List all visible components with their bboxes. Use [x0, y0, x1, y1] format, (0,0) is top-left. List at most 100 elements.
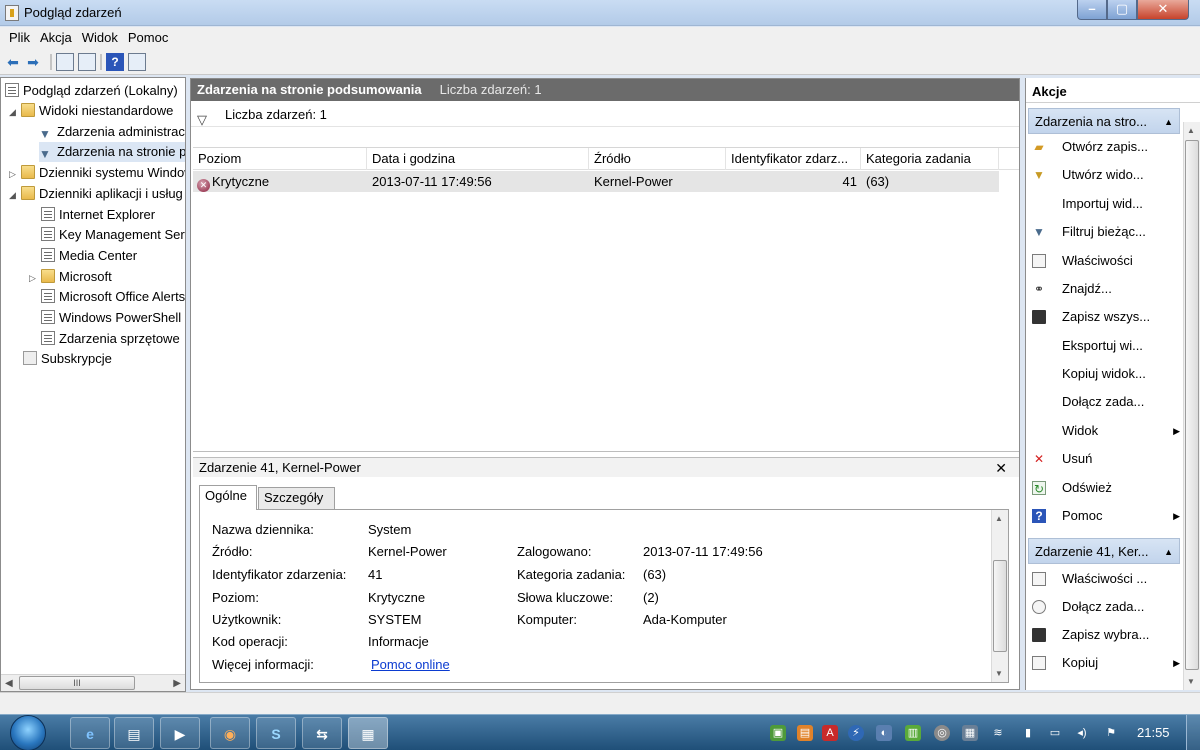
column-task-category[interactable]: Kategoria zadania — [861, 148, 999, 170]
action-event-properties[interactable]: Właściwości ... — [1032, 566, 1180, 592]
action-copy-submenu[interactable]: Kopiuj ▶ — [1032, 650, 1180, 676]
column-source[interactable]: Źródło — [589, 148, 726, 170]
maximize-button[interactable]: ▢ — [1107, 0, 1137, 20]
tree-item-administrative-events[interactable]: ▼Zdarzenia administracyjne — [39, 122, 185, 142]
tray-app-icon[interactable]: ▤ — [797, 725, 813, 741]
action-view-submenu[interactable]: Widok ▶ — [1032, 418, 1180, 444]
show-hide-actions-icon[interactable] — [128, 53, 146, 71]
scroll-left-arrow-icon[interactable]: ◀ — [5, 678, 13, 689]
internet-explorer-icon[interactable]: e — [70, 717, 110, 749]
column-level[interactable]: Poziom — [193, 148, 367, 170]
cell-source: Kernel-Power — [594, 174, 673, 189]
tab-details[interactable]: Szczegóły — [258, 487, 335, 509]
vertical-scrollbar[interactable]: ▲ ▼ — [1183, 122, 1200, 690]
clock[interactable]: 21:55 — [1137, 725, 1170, 740]
action-delete[interactable]: ✕ Usuń — [1032, 446, 1180, 472]
action-find[interactable]: ⚭ Znajdź... — [1032, 276, 1180, 302]
action-open-saved-log[interactable]: ▰ Otwórz zapis... — [1032, 134, 1180, 160]
event-viewer-taskbar-icon[interactable]: ▦ — [348, 717, 388, 749]
tree-item-custom-views[interactable]: ◢ Widoki niestandardowe — [9, 101, 185, 121]
up-folder-icon[interactable] — [56, 53, 74, 71]
minimize-button[interactable]: – — [1077, 0, 1107, 20]
scroll-up-arrow-icon[interactable]: ▲ — [1187, 126, 1195, 135]
signal-icon[interactable]: ▮ — [1020, 725, 1036, 741]
help-icon[interactable]: ? — [106, 53, 124, 71]
start-button[interactable] — [10, 715, 46, 750]
menu-help[interactable]: Pomoc — [123, 27, 173, 45]
horizontal-scrollbar[interactable]: ◀ III ▶ — [1, 674, 185, 691]
scroll-thumb[interactable]: III — [19, 676, 135, 690]
tray-app-icon[interactable]: ▦ — [962, 725, 978, 741]
scroll-thumb[interactable] — [993, 560, 1007, 652]
action-refresh[interactable]: ↻ Odśwież — [1032, 475, 1180, 501]
tree-item-subscriptions[interactable]: Subskrypcje — [23, 349, 185, 369]
column-datetime[interactable]: Data i godzina — [367, 148, 589, 170]
network-app-icon[interactable]: ⇆ — [302, 717, 342, 749]
flash-icon[interactable]: ⚡ — [848, 725, 864, 741]
acrobat-icon[interactable]: A — [822, 725, 838, 741]
skype-icon[interactable]: S — [256, 717, 296, 749]
action-copy-custom-view[interactable]: Kopiuj widok... — [1032, 361, 1180, 387]
tree-item-windows-powershell[interactable]: Windows PowerShell — [41, 308, 185, 328]
scroll-down-arrow-icon[interactable]: ▼ — [995, 669, 1003, 678]
tree-item-internet-explorer[interactable]: Internet Explorer — [41, 205, 185, 225]
show-desktop-button[interactable] — [1186, 715, 1200, 750]
action-save-selected-events[interactable]: Zapisz wybra... — [1032, 622, 1180, 648]
action-filter-current-view[interactable]: ▼ Filtruj bieżąc... — [1032, 219, 1180, 245]
menu-view[interactable]: Widok — [77, 27, 123, 45]
action-attach-task[interactable]: Dołącz zada... — [1032, 389, 1180, 415]
scroll-down-arrow-icon[interactable]: ▼ — [1187, 677, 1195, 686]
expanded-arrow-icon[interactable]: ◢ — [9, 102, 21, 121]
action-properties[interactable]: Właściwości — [1032, 248, 1180, 274]
scroll-right-arrow-icon[interactable]: ▶ — [173, 678, 181, 689]
actions-group-event-41[interactable]: Zdarzenie 41, Ker... ▲ — [1028, 538, 1180, 564]
action-export-custom-view[interactable]: Eksportuj wi... — [1032, 333, 1180, 359]
tray-app-icon[interactable]: ◎ — [934, 725, 950, 741]
action-attach-task-to-event[interactable]: Dołącz zada... — [1032, 594, 1180, 620]
volume-icon[interactable]: ◂) — [1074, 725, 1090, 741]
collapse-caret-icon[interactable]: ▲ — [1164, 539, 1173, 565]
expanded-arrow-icon[interactable]: ◢ — [9, 185, 21, 204]
tree-item-app-service-logs[interactable]: ◢ Dzienniki aplikacji i usług — [9, 184, 185, 204]
collapsed-arrow-icon[interactable]: ▷ — [29, 268, 41, 287]
tree-item-office-alerts[interactable]: Microsoft Office Alerts — [41, 287, 185, 307]
menu-action[interactable]: Akcja — [35, 27, 77, 45]
action-center-flag-icon[interactable]: ⚑ — [1103, 725, 1119, 741]
back-arrow-icon[interactable]: ⬅ — [4, 53, 22, 71]
column-event-id[interactable]: Identyfikator zdarz... — [726, 148, 861, 170]
online-help-link[interactable]: Pomoc online — [371, 655, 450, 675]
actions-group-summary-events[interactable]: Zdarzenia na stro... ▲ — [1028, 108, 1180, 134]
tray-app-icon[interactable]: ▣ — [770, 725, 786, 741]
tray-app-icon[interactable]: ▥ — [905, 725, 921, 741]
tree-item-key-management[interactable]: Key Management Service — [41, 225, 185, 245]
collapsed-arrow-icon[interactable]: ▷ — [9, 164, 21, 183]
wifi-icon[interactable]: ≋ — [990, 725, 1006, 741]
table-row[interactable]: ✕ Krytyczne 2013-07-11 17:49:56 Kernel-Po… — [193, 171, 999, 192]
vertical-scrollbar[interactable]: ▲ ▼ — [991, 510, 1008, 682]
show-hide-tree-icon[interactable] — [78, 53, 96, 71]
tray-app-icon[interactable]: ◐ — [876, 725, 892, 741]
scroll-thumb[interactable] — [1185, 140, 1199, 670]
action-help-submenu[interactable]: ? Pomoc ▶ — [1032, 503, 1180, 529]
filter-icon: ▼ — [39, 147, 51, 161]
file-explorer-icon[interactable]: ▤ — [114, 717, 154, 749]
collapse-caret-icon[interactable]: ▲ — [1164, 109, 1173, 135]
tree-item-media-center[interactable]: Media Center — [41, 246, 185, 266]
forward-arrow-icon[interactable]: ➡ — [24, 53, 42, 71]
tree-item-summary-page-events[interactable]: ▼Zdarzenia na stronie podsumowania — [39, 142, 185, 162]
tree-item-windows-logs[interactable]: ▷ Dzienniki systemu Windows — [9, 163, 185, 183]
firefox-icon[interactable]: ◉ — [210, 717, 250, 749]
battery-icon[interactable]: ▭ — [1047, 725, 1063, 741]
tree-item-event-viewer-local[interactable]: Podgląd zdarzeń (Lokalny) — [5, 81, 185, 101]
action-import-custom-view[interactable]: Importuj wid... — [1032, 191, 1180, 217]
tree-item-microsoft[interactable]: ▷ Microsoft — [29, 267, 185, 287]
close-button[interactable]: ✕ — [1137, 0, 1189, 20]
scroll-up-arrow-icon[interactable]: ▲ — [995, 514, 1003, 523]
tab-general[interactable]: Ogólne — [199, 485, 257, 510]
action-create-custom-view[interactable]: ▼ Utwórz wido... — [1032, 162, 1180, 188]
tree-item-hardware-events[interactable]: Zdarzenia sprzętowe — [41, 329, 185, 349]
close-icon[interactable]: ✕ — [995, 458, 1007, 478]
action-save-all-events[interactable]: Zapisz wszys... — [1032, 304, 1180, 330]
menu-file[interactable]: Plik — [4, 27, 35, 45]
media-player-icon[interactable]: ▶ — [160, 717, 200, 749]
